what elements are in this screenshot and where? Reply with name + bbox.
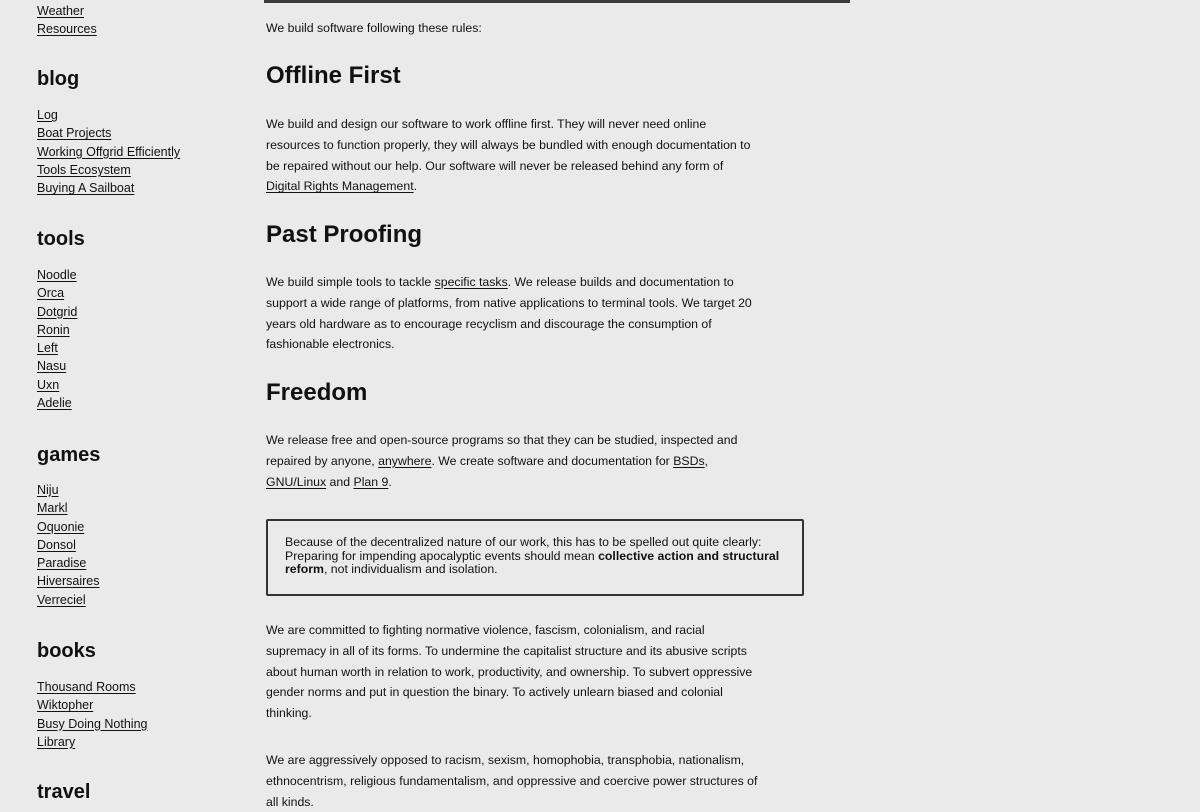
paragraph-freedom-sep: , [704,453,709,468]
header-image-edge [264,0,850,3]
sidebar-list-blog: Log Boat Projects Working Offgrid Effici… [37,106,180,197]
heading-offline-first: Offline First [266,62,401,89]
sidebar-link-hiversaires[interactable]: Hiversaires [37,572,100,590]
sidebar-link-nasu[interactable]: Nasu [37,357,77,375]
sidebar-link-boat-projects[interactable]: Boat Projects [37,124,180,142]
sidebar-link-oquonie[interactable]: Oquonie [37,518,100,536]
sidebar-link-library[interactable]: Library [37,733,147,751]
link-anywhere[interactable]: anywhere [378,454,431,468]
sidebar-link-log[interactable]: Log [37,106,180,124]
sidebar-link-markl[interactable]: Markl [37,499,100,517]
paragraph-offline-first-end: . [413,179,418,194]
paragraph-past-proofing: We build simple tools to tackle specific… [266,272,766,355]
sidebar-link-resources[interactable]: Resources [37,20,97,38]
sidebar-link-ronin[interactable]: Ronin [37,321,77,339]
sidebar-link-orca[interactable]: Orca [37,284,77,302]
paragraph-freedom-end: . [388,474,392,489]
heading-freedom: Freedom [266,379,368,406]
link-specific-tasks[interactable]: specific tasks [435,275,508,289]
paragraph-offline-first-text: We build and design our software to work… [266,117,751,173]
callout-text-end: , not individualism and isolation. [323,562,498,576]
heading-past-proofing: Past Proofing [266,221,423,248]
sidebar-link-wiktopher[interactable]: Wiktopher [37,696,147,714]
link-digital-rights-management[interactable]: Digital Rights Management [266,179,414,193]
sidebar-list-tools: Noodle Orca Dotgrid Ronin Left Nasu Uxn … [37,266,77,412]
intro-text: We build software following these rules: [266,21,482,35]
sidebar-link-paradise[interactable]: Paradise [37,554,100,572]
sidebar-link-uxn[interactable]: Uxn [37,376,77,394]
sidebar-link-verreciel[interactable]: Verreciel [37,591,100,609]
sidebar-list-games: Niju Markl Oquonie Donsol Paradise Hiver… [37,481,100,609]
sidebar-link-noodle[interactable]: Noodle [37,266,77,284]
sidebar-section-title-books: books [37,640,96,662]
link-plan-9[interactable]: Plan 9 [354,475,389,489]
paragraph-freedom-text-2: . We create software and documentation f… [431,453,674,468]
sidebar-section-title-tools: tools [37,228,85,250]
paragraph-past-proofing-text: We build simple tools to tackle [266,275,435,289]
link-bsds[interactable]: BSDs [673,454,704,468]
link-gnu-linux[interactable]: GNU/Linux [266,475,326,489]
paragraph-offline-first: We build and design our software to work… [266,114,758,197]
sidebar-link-thousand-rooms[interactable]: Thousand Rooms [37,678,147,696]
sidebar-link-left[interactable]: Left [37,339,77,357]
sidebar-section-title-blog: blog [37,68,80,90]
sidebar-link-busy-doing-nothing[interactable]: Busy Doing Nothing [37,715,147,733]
sidebar-section-title-games: games [37,444,101,466]
sidebar-top-links: Weather Resources [37,2,97,39]
sidebar-link-buying-a-sailboat[interactable]: Buying A Sailboat [37,179,180,197]
sidebar-link-adelie[interactable]: Adelie [37,394,77,412]
paragraph-opposed: We are aggressively opposed to racism, s… [266,753,758,809]
paragraph-freedom-and: and [326,474,354,489]
sidebar-section-title-travel: travel [37,781,91,803]
sidebar-link-weather[interactable]: Weather [37,2,97,20]
sidebar-link-tools-ecosystem[interactable]: Tools Ecosystem [37,161,180,179]
sidebar-list-books: Thousand Rooms Wiktopher Busy Doing Noth… [37,678,147,751]
sidebar-link-working-offgrid-efficiently[interactable]: Working Offgrid Efficiently [37,143,180,161]
callout-box: Because of the decentralized nature of o… [266,519,804,596]
sidebar-link-dotgrid[interactable]: Dotgrid [37,303,77,321]
paragraph-commitment: We are committed to fighting normative v… [266,623,753,721]
paragraph-freedom: We release free and open-source programs… [266,430,766,492]
sidebar-link-niju[interactable]: Niju [37,481,100,499]
sidebar-link-donsol[interactable]: Donsol [37,536,100,554]
